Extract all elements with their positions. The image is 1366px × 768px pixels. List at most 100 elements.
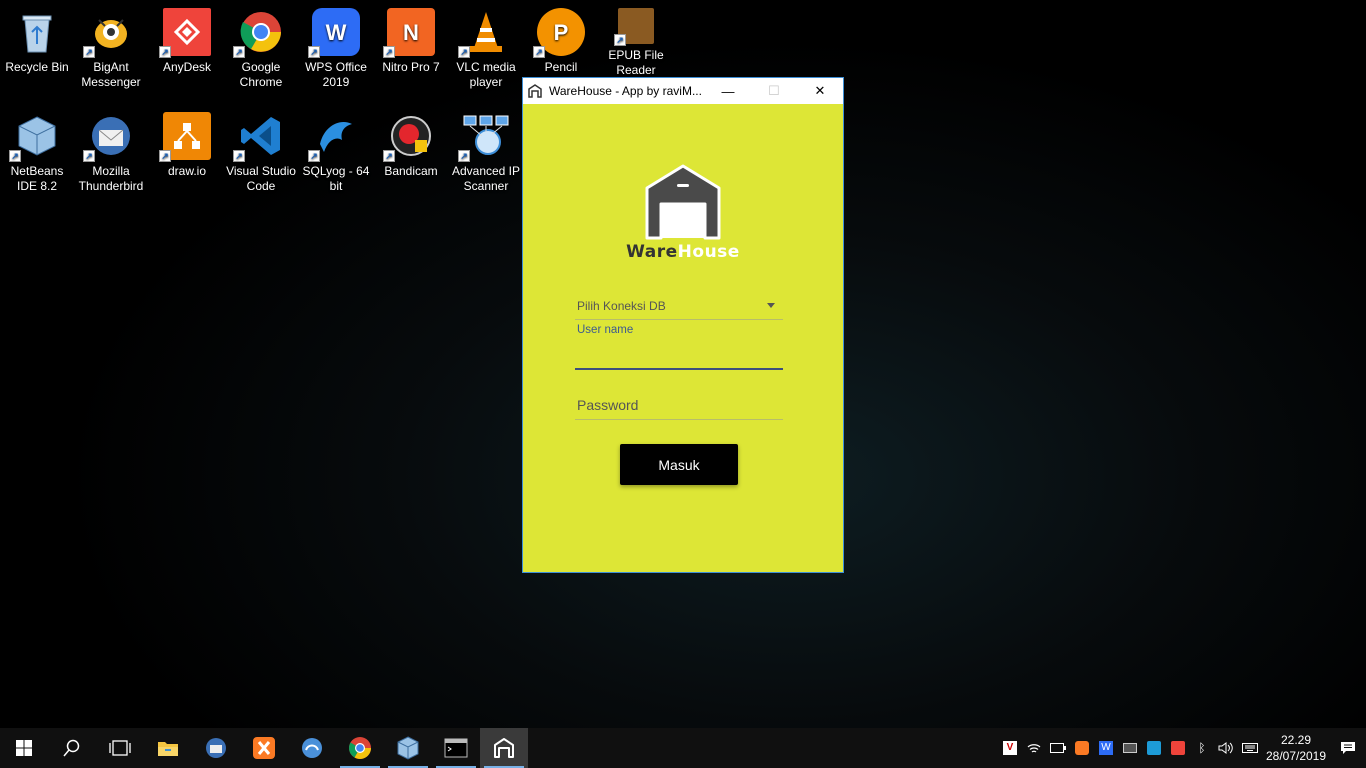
notification-center-button[interactable] — [1330, 741, 1366, 755]
shortcut-arrow-icon: ↗ — [9, 150, 21, 162]
shortcut-arrow-icon: ↗ — [533, 46, 545, 58]
chrome-icon: ↗ — [233, 8, 285, 58]
username-input[interactable] — [575, 340, 783, 368]
taskbar-thunderbird[interactable] — [192, 728, 240, 768]
search-button[interactable] — [48, 728, 96, 768]
taskbar-xampp[interactable] — [240, 728, 288, 768]
desktop-icon-google-chrome[interactable]: ↗ Google Chrome — [224, 8, 298, 90]
warehouse-app-icon — [528, 84, 542, 98]
desktop-icon-nitro-pro[interactable]: N ↗ Nitro Pro 7 — [374, 8, 448, 75]
desktop-icon-recycle-bin[interactable]: Recycle Bin — [0, 8, 74, 75]
wifi-icon[interactable] — [1022, 728, 1046, 768]
windows-logo-icon — [16, 740, 32, 756]
thunderbird-icon: ↗ — [83, 112, 135, 162]
password-input[interactable] — [575, 390, 783, 419]
desktop-icon-sqlyog[interactable]: ↗ SQLyog - 64 bit — [299, 112, 373, 194]
nitro-pro-icon: N ↗ — [383, 8, 435, 58]
xampp-icon — [253, 737, 275, 759]
desktop-icon-epub-reader[interactable]: ↗ EPUB File Reader — [599, 8, 673, 78]
username-field-wrap — [575, 340, 783, 370]
task-view-icon — [109, 740, 131, 756]
desktop-icon-label: AnyDesk — [162, 60, 212, 74]
desktop-icon-label: Mozilla Thunderbird — [78, 164, 144, 193]
close-button[interactable]: ✕ — [797, 78, 843, 104]
bluetooth-icon[interactable]: ᛒ — [1190, 728, 1214, 768]
desktop-icon-anydesk[interactable]: ↗ AnyDesk — [150, 8, 224, 75]
desktop-icon-advanced-ip-scanner[interactable]: ↗ Advanced IP Scanner — [449, 112, 523, 194]
desktop-icon-wps-office[interactable]: W ↗ WPS Office 2019 — [299, 8, 373, 90]
desktop-icon-pencil[interactable]: P ↗ Pencil — [524, 8, 598, 75]
dolphin-icon: ↗ — [308, 112, 360, 162]
notification-icon — [1341, 742, 1355, 754]
vlc-cone-icon: ↗ — [458, 8, 510, 58]
netbeans-cube-icon — [397, 736, 419, 760]
tray-app-icon[interactable]: V — [998, 728, 1022, 768]
desktop-icon-drawio[interactable]: ↗ draw.io — [150, 112, 224, 179]
wps-tray-icon[interactable]: W — [1094, 728, 1118, 768]
desktop-icon-vlc[interactable]: ↗ VLC media player — [449, 8, 523, 90]
wps-office-icon: W ↗ — [308, 8, 360, 58]
battery-icon[interactable] — [1046, 728, 1070, 768]
start-button[interactable] — [0, 728, 48, 768]
desktop-icon-label: draw.io — [167, 164, 207, 178]
shortcut-arrow-icon: ↗ — [83, 150, 95, 162]
recycle-bin-icon — [13, 8, 61, 56]
taskbar-warehouse-app[interactable] — [480, 728, 528, 768]
keyboard-icon[interactable] — [1238, 728, 1262, 768]
book-icon: ↗ — [614, 8, 654, 46]
maximize-button[interactable]: ☐ — [751, 78, 797, 104]
taskbar-command-prompt[interactable] — [432, 728, 480, 768]
terminal-icon — [444, 738, 468, 758]
db-connection-select-value: Pilih Koneksi DB — [577, 298, 666, 313]
monitor-tray-icon[interactable] — [1118, 728, 1142, 768]
app-logo: WareHouse — [523, 164, 843, 262]
network-computers-icon: ↗ — [458, 112, 510, 162]
shortcut-arrow-icon: ↗ — [159, 150, 171, 162]
shortcut-arrow-icon: ↗ — [308, 46, 320, 58]
shortcut-arrow-icon: ↗ — [458, 150, 470, 162]
clock[interactable]: 22.29 28/07/2019 — [1262, 732, 1330, 764]
warehouse-window: WareHouse - App by raviM... — ☐ ✕ WareHo… — [522, 77, 844, 573]
logo-text-ware: Ware — [626, 242, 678, 262]
netbeans-cube-icon: ↗ — [9, 112, 61, 162]
desktop-icon-label: SQLyog - 64 bit — [302, 164, 370, 193]
browser-icon — [302, 738, 322, 758]
window-titlebar[interactable]: WareHouse - App by raviM... — ☐ ✕ — [523, 78, 843, 104]
shortcut-arrow-icon: ↗ — [233, 46, 245, 58]
desktop-icon-bigant[interactable]: ↗ BigAnt Messenger — [74, 8, 148, 90]
desktop-icon-label: NetBeans IDE 8.2 — [10, 164, 64, 193]
db-connection-select[interactable]: Pilih Koneksi DB — [575, 292, 783, 320]
taskbar-netbeans[interactable] — [384, 728, 432, 768]
desktop-icon-bandicam[interactable]: ↗ Bandicam — [374, 112, 448, 179]
desktop-icon-thunderbird[interactable]: ↗ Mozilla Thunderbird — [74, 112, 148, 194]
desktop-icon-label: Recycle Bin — [5, 60, 69, 74]
taskbar-chrome[interactable] — [336, 728, 384, 768]
taskbar: V W ᛒ 22.29 28/07/2019 — [0, 728, 1366, 768]
taskbar-file-explorer[interactable] — [144, 728, 192, 768]
clock-date: 28/07/2019 — [1265, 749, 1327, 763]
desktop-icon-label: Pencil — [544, 60, 578, 74]
desktop-icon-vscode[interactable]: ↗ Visual Studio Code — [224, 112, 298, 194]
xampp-tray-icon[interactable] — [1070, 728, 1094, 768]
desktop-icon-netbeans[interactable]: ↗ NetBeans IDE 8.2 — [0, 112, 74, 194]
pencil-icon: P ↗ — [533, 8, 585, 58]
login-button[interactable]: Masuk — [620, 444, 738, 485]
anydesk-tray-icon[interactable] — [1166, 728, 1190, 768]
teamviewer-tray-icon[interactable] — [1142, 728, 1166, 768]
folder-icon — [158, 742, 178, 756]
taskbar-browser[interactable] — [288, 728, 336, 768]
bigant-icon: ↗ — [83, 8, 135, 58]
password-field-wrap — [575, 390, 783, 420]
minimize-button[interactable]: — — [705, 78, 751, 104]
desktop-icon-label: Bandicam — [384, 164, 438, 178]
desktop-icon-label: Visual Studio Code — [226, 164, 296, 193]
task-view-button[interactable] — [96, 728, 144, 768]
desktop-icon-label: EPUB File Reader — [608, 48, 664, 77]
volume-icon[interactable] — [1214, 728, 1238, 768]
desktop-icon-label: Advanced IP Scanner — [451, 164, 521, 193]
username-label: User name — [577, 324, 634, 336]
desktop-icon-label: Nitro Pro 7 — [382, 60, 440, 74]
chrome-icon — [349, 737, 371, 759]
logo-text: WareHouse — [626, 242, 740, 262]
warehouse-logo-icon — [645, 164, 721, 240]
